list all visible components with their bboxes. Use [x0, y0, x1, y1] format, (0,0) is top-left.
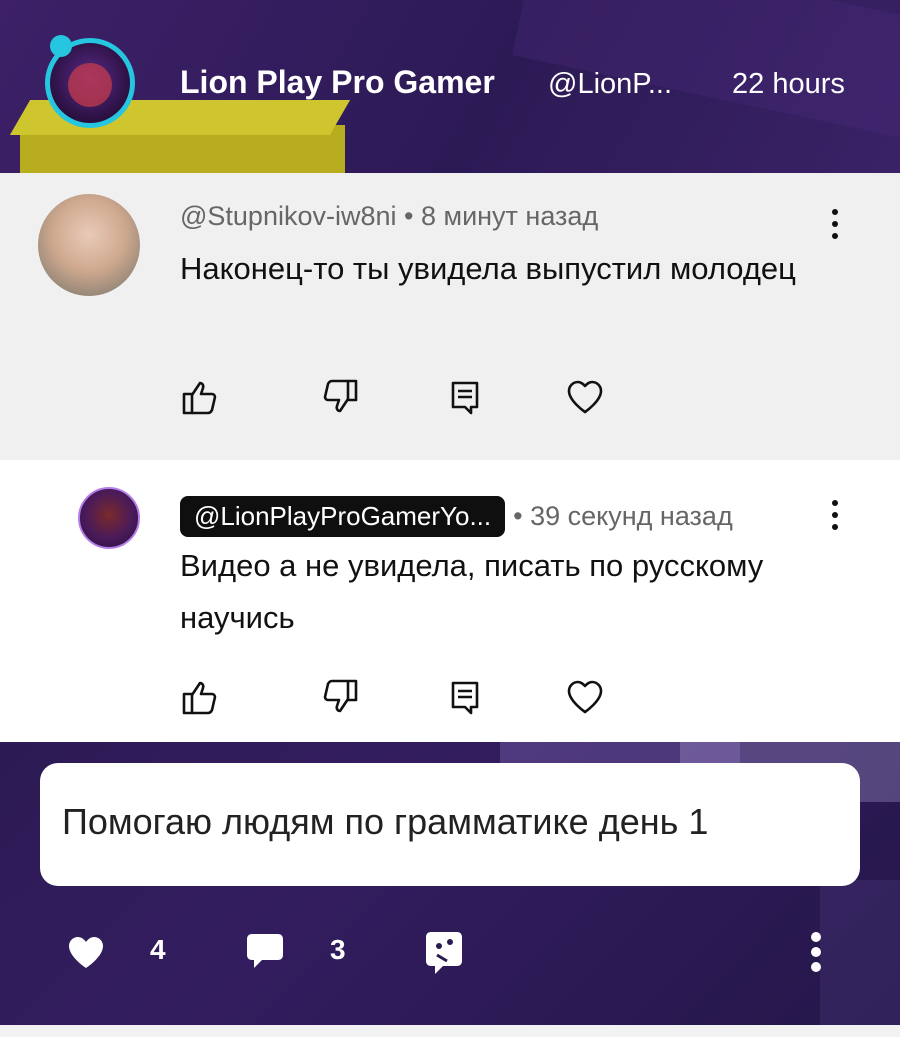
reply-icon[interactable] [445, 377, 485, 417]
comment-time: • 8 минут назад [404, 201, 599, 231]
comment-text: Наконец-то ты увидела выпустил молодец [180, 251, 796, 286]
post-footer: 4 3 [0, 920, 900, 990]
author-handle[interactable]: @LionP... [548, 68, 672, 101]
thumbs-down-icon[interactable] [320, 377, 360, 417]
reply-icon[interactable] [445, 677, 485, 717]
comment-actions [180, 677, 640, 717]
post-card: Lion Play Pro Gamer @LionP... 22 hours @… [0, 0, 900, 1037]
heart-icon[interactable] [565, 677, 605, 717]
thumbs-up-icon[interactable] [180, 677, 220, 717]
more-vertical-icon[interactable] [810, 932, 822, 977]
comment-item: @LionPlayProGamerYo... • 39 секунд назад … [0, 460, 900, 742]
like-count: 4 [150, 934, 166, 965]
thumbs-down-icon[interactable] [320, 677, 360, 717]
commenter-avatar[interactable] [38, 194, 140, 296]
comment-text: Видео а не увидела, писать по русскому н… [180, 548, 764, 635]
post-caption-card[interactable]: Помогаю людям по грамматике день 1 [40, 763, 860, 886]
share-icon[interactable] [423, 928, 465, 981]
author-avatar[interactable] [45, 35, 135, 128]
level-badge-icon [50, 35, 72, 57]
comment-actions [180, 377, 640, 417]
author-name[interactable]: Lion Play Pro Gamer [180, 64, 495, 101]
commenter-handle[interactable]: @Stupnikov-iw8ni [180, 201, 397, 231]
comment-bubble-icon[interactable] [244, 930, 286, 979]
bottom-divider [0, 1025, 900, 1037]
comment-meta: @LionPlayProGamerYo... • 39 секунд назад [180, 496, 733, 537]
comment-meta: @Stupnikov-iw8ni • 8 минут назад [180, 201, 598, 232]
like-heart-icon[interactable] [66, 932, 106, 979]
thumbs-up-icon[interactable] [180, 377, 220, 417]
post-time: 22 hours [732, 68, 845, 100]
more-vertical-icon[interactable] [826, 500, 844, 536]
post-caption: Помогаю людям по грамматике день 1 [62, 801, 709, 842]
comment-count: 3 [330, 934, 346, 965]
avatar-image [68, 63, 112, 107]
comment-time: • 39 секунд назад [513, 501, 733, 531]
more-vertical-icon[interactable] [826, 209, 844, 245]
post-header: Lion Play Pro Gamer @LionP... 22 hours [0, 0, 900, 173]
commenter-handle-chip[interactable]: @LionPlayProGamerYo... [180, 496, 506, 537]
comment-item: @Stupnikov-iw8ni • 8 минут назад Наконец… [0, 173, 900, 460]
heart-icon[interactable] [565, 377, 605, 417]
commenter-avatar[interactable] [78, 487, 140, 549]
